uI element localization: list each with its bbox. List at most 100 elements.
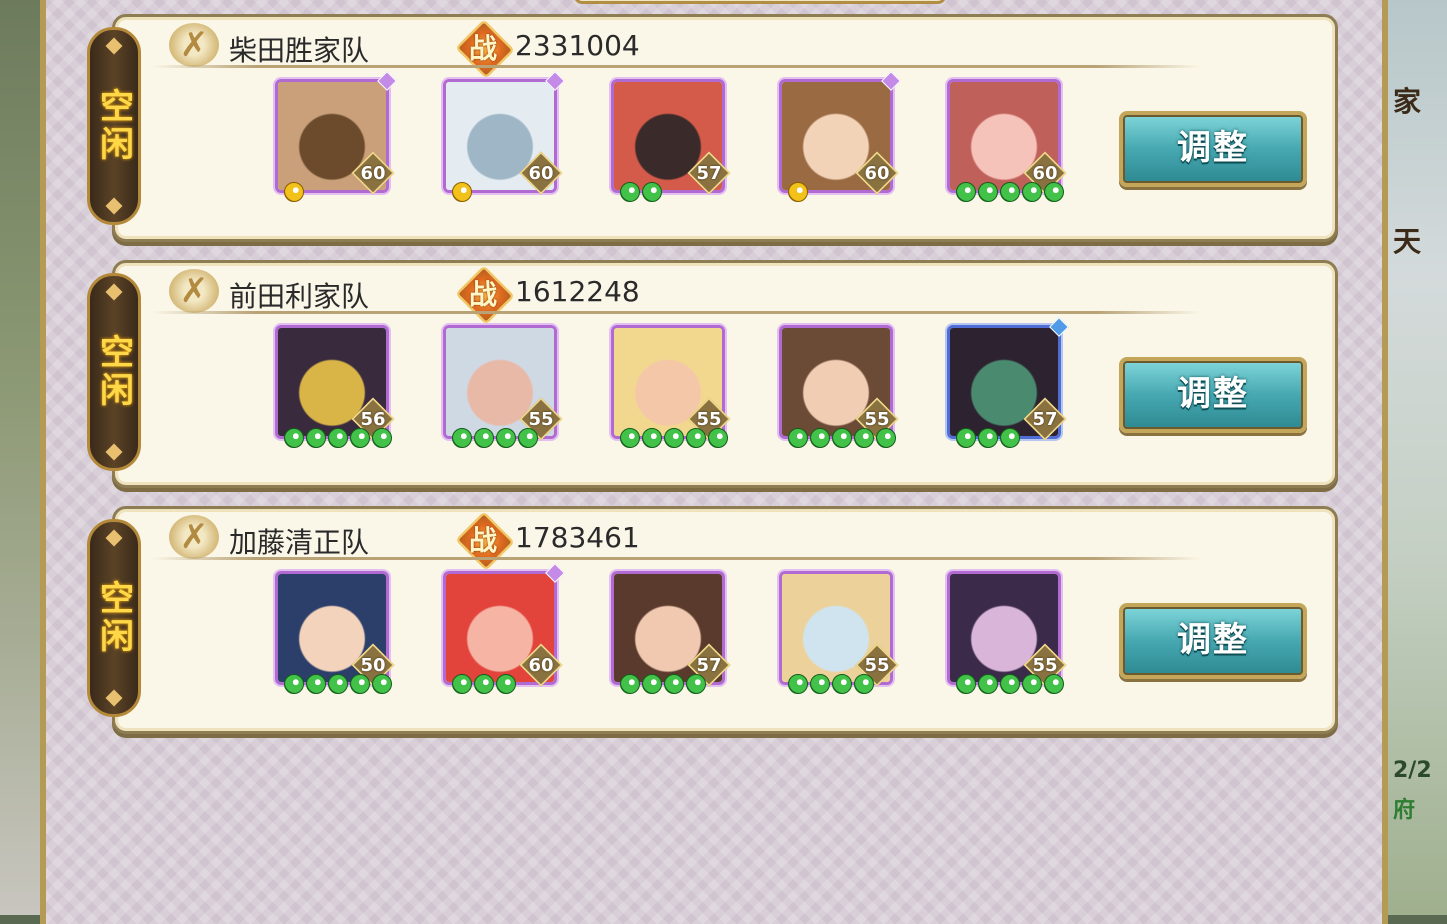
hero-stars [452,182,472,202]
magatama-star-icon [328,428,348,448]
team-panel: 空闲 ✗ 柴田胜家队 战 2331004 调整 60 60 57 60 60 [87,14,1338,242]
diamond-ornament-icon [105,37,123,55]
hero-card[interactable]: 57 [611,571,731,694]
hero-card[interactable]: 60 [947,79,1067,202]
diamond-ornament-icon [105,283,123,301]
magatama-star-icon [664,674,684,694]
magatama-star-icon [1044,182,1064,202]
magatama-star-icon [372,428,392,448]
header-divider [151,311,1201,314]
hero-card[interactable]: 60 [275,71,397,202]
hero-level: 57 [696,655,722,676]
magatama-star-icon [956,674,976,694]
magatama-star-icon [978,182,998,202]
diamond-ornament-icon [105,197,123,215]
magatama-star-icon [350,428,370,448]
hero-stars [284,428,392,448]
hero-card[interactable]: 56 [275,325,395,448]
hero-stars [284,182,304,202]
hero-card[interactable]: 57 [947,317,1069,448]
magatama-star-icon [876,428,896,448]
hero-stars [788,674,874,694]
hero-card[interactable]: 57 [611,79,731,202]
team-name: 加藤清正队 [229,526,370,559]
magatama-star-icon [788,428,808,448]
hero-card[interactable]: 55 [611,325,731,448]
hero-level: 57 [696,163,722,184]
magatama-star-icon [832,428,852,448]
hero-stars [956,182,1064,202]
magatama-star-icon [1044,674,1064,694]
magatama-star-icon [620,674,640,694]
magatama-star-icon [452,428,472,448]
team-emblem-icon: ✗ [169,23,219,67]
hero-level: 55 [528,409,554,430]
hero-card[interactable]: 60 [443,71,565,202]
hero-level: 55 [864,409,890,430]
hero-level: 60 [528,655,554,676]
magatama-star-icon [642,182,662,202]
hero-stars [620,674,706,694]
magatama-star-icon [474,674,494,694]
adjust-button[interactable]: 调整 [1119,357,1307,433]
magatama-star-icon [978,674,998,694]
magatama-star-icon [854,674,874,694]
hero-level: 60 [864,163,890,184]
magatama-star-icon [350,674,370,694]
header-divider [151,557,1201,560]
hero-card[interactable]: 55 [779,325,899,448]
status-text: 空闲 [93,580,134,656]
hero-level: 55 [1032,655,1058,676]
power-value: 1783461 [515,521,640,554]
status-tag: 空闲 [87,519,141,717]
diamond-ornament-icon [105,689,123,707]
hero-stars [452,428,538,448]
magatama-star-icon [664,428,684,448]
magatama-star-icon [642,428,662,448]
power-icon-label: 战 [468,524,497,557]
magatama-star-icon [854,428,874,448]
power-icon-label: 战 [468,278,497,311]
hero-card[interactable]: 55 [779,571,899,694]
magatama-star-icon [306,428,326,448]
hero-stars [452,674,516,694]
hero-level: 60 [1032,163,1058,184]
magatama-star-icon [518,428,538,448]
magatama-star-icon [372,674,392,694]
hero-stars [788,428,896,448]
adjust-button[interactable]: 调整 [1119,111,1307,187]
hero-level: 55 [864,655,890,676]
hero-level: 57 [1032,409,1058,430]
status-tag: 空闲 [87,273,141,471]
magatama-star-icon [978,428,998,448]
magatama-star-icon [1000,428,1020,448]
power-value: 1612248 [515,275,640,308]
hero-card[interactable]: 50 [275,571,395,694]
magatama-star-icon [1000,674,1020,694]
hero-card[interactable]: 55 [443,325,563,448]
diamond-ornament-icon [105,529,123,547]
magatama-star-icon [620,428,640,448]
team-name: 柴田胜家队 [229,34,370,67]
hero-card[interactable]: 60 [443,563,565,694]
background-map-right: 家 天 2/2 府 [1383,0,1447,915]
side-label-fu: 府 [1393,798,1416,823]
hero-level: 56 [360,409,386,430]
magatama-star-icon [832,674,852,694]
magatama-star-icon [686,674,706,694]
hero-card[interactable]: 60 [779,71,901,202]
magatama-star-icon [642,674,662,694]
status-tag: 空闲 [87,27,141,225]
hero-card[interactable]: 55 [947,571,1067,694]
hero-level: 60 [360,163,386,184]
hero-stars [620,182,662,202]
hero-stars [788,182,808,202]
side-counter: 2/2 [1393,758,1432,783]
magatama-star-icon [496,674,516,694]
magatama-star-icon [1000,182,1020,202]
magatama-star-icon [328,674,348,694]
team-panel: 空闲 ✗ 前田利家队 战 1612248 调整 56 55 55 55 57 [87,260,1338,488]
side-label-tian: 天 [1393,225,1422,258]
magatama-star-icon [788,182,808,202]
adjust-button[interactable]: 调整 [1119,603,1307,679]
